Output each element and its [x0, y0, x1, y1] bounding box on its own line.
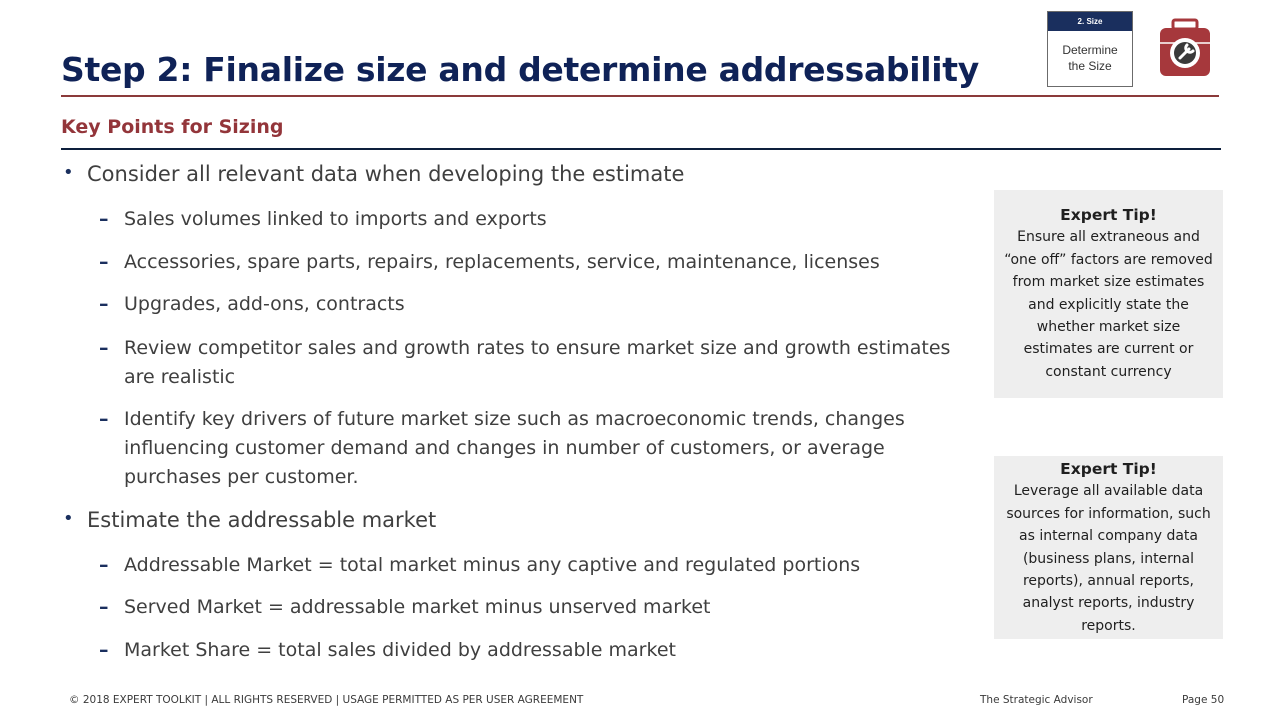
sub-bullet-item: – Upgrades, add-ons, contracts	[99, 290, 979, 319]
sub-bullet-item: – Market Share = total sales divided by …	[99, 636, 979, 665]
dash-icon: –	[99, 337, 109, 359]
expert-tip-box: Expert Tip! Leverage all available data …	[994, 456, 1223, 639]
step-badge-line-2: the Size	[1068, 59, 1112, 73]
dash-icon: –	[99, 251, 109, 273]
expert-tip-title: Expert Tip!	[1060, 206, 1157, 224]
sub-bullet-item: – Accessories, spare parts, repairs, rep…	[99, 248, 979, 277]
dash-icon: –	[99, 408, 109, 430]
step-badge-label: 2. Size	[1048, 12, 1132, 31]
dash-icon: –	[99, 554, 109, 576]
step-badge: 2. Size Determine the Size	[1047, 11, 1133, 87]
expert-tip-box: Expert Tip! Ensure all extraneous and “o…	[994, 190, 1223, 398]
sub-bullet-item: – Identify key drivers of future market …	[99, 405, 979, 492]
dash-icon: –	[99, 293, 109, 315]
expert-tip-body: Ensure all extraneous and “one off” fact…	[1004, 229, 1213, 380]
subtitle-divider	[61, 148, 1221, 150]
page-title: Step 2: Finalize size and determine addr…	[61, 50, 979, 89]
dash-icon: –	[99, 596, 109, 618]
step-badge-line-1: Determine	[1062, 43, 1118, 57]
sub-bullet-item: – Sales volumes linked to imports and ex…	[99, 205, 979, 234]
dash-icon: –	[99, 208, 109, 230]
footer-copyright: © 2018 EXPERT TOOLKIT | ALL RIGHTS RESER…	[69, 694, 584, 706]
bullet-icon: •	[63, 508, 74, 529]
expert-tip-title: Expert Tip!	[1060, 460, 1157, 478]
expert-tip-body: Leverage all available data sources for …	[1006, 483, 1211, 634]
toolbox-wrench-icon	[1160, 18, 1210, 76]
sub-bullet-item: – Addressable Market = total market minu…	[99, 551, 979, 580]
sub-bullet-item: – Served Market = addressable market min…	[99, 593, 979, 622]
dash-icon: –	[99, 639, 109, 661]
footer-brand: The Strategic Advisor	[980, 694, 1093, 706]
page-number: Page 50	[1182, 694, 1225, 706]
section-subtitle: Key Points for Sizing	[61, 116, 284, 138]
bullet-icon: •	[63, 162, 74, 183]
step-badge-text: Determine the Size	[1048, 31, 1132, 74]
sub-bullet-item: – Review competitor sales and growth rat…	[99, 334, 979, 392]
title-divider	[61, 95, 1219, 97]
